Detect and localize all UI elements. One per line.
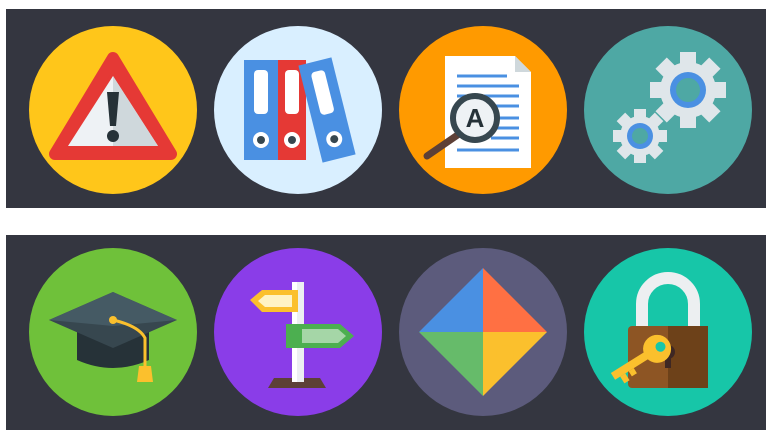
warning-icon [29, 26, 197, 194]
signpost-icon [214, 248, 382, 416]
document-search-icon: A [399, 26, 567, 194]
padlock-key-icon [584, 248, 752, 416]
puzzle-icon [399, 248, 567, 416]
magnifier-letter: A [466, 103, 485, 133]
graduation-cap-icon [29, 248, 197, 416]
binders-icon [214, 26, 382, 194]
gears-icon [584, 26, 752, 194]
